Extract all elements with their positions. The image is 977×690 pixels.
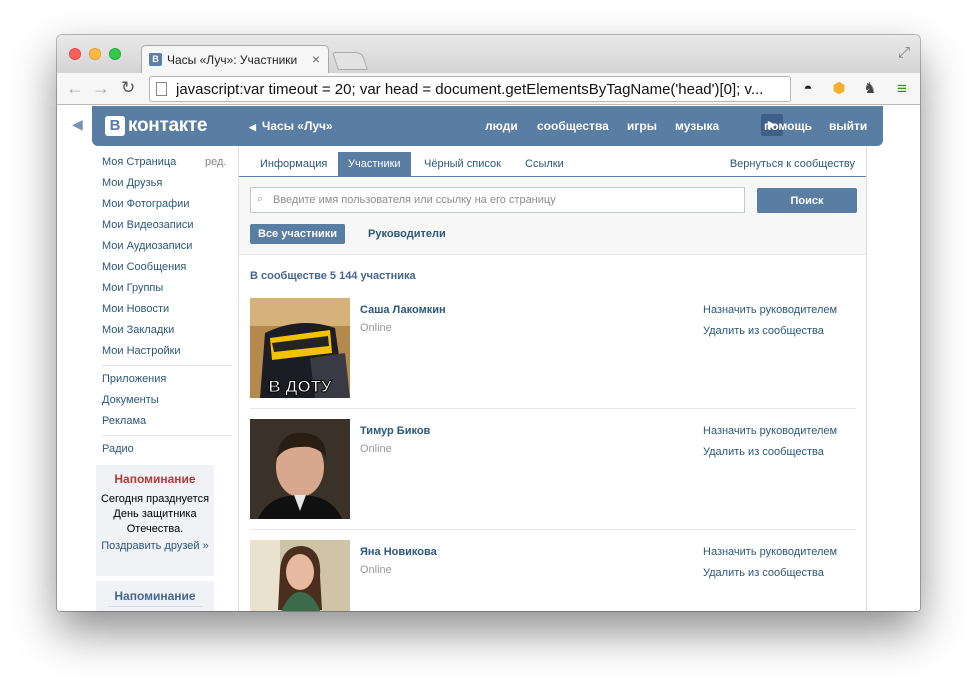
logo-letter: В <box>105 116 125 136</box>
content-tabs: Информация Участники Чёрный список Ссылк… <box>239 146 866 177</box>
title-bar: В Часы «Луч»: Участники × ⤢ <box>57 35 920 73</box>
vk-logo[interactable]: В контакте <box>105 115 208 137</box>
remove-member-link[interactable]: Удалить из сообщества <box>703 325 824 337</box>
nav-games[interactable]: игры <box>627 119 657 133</box>
reminder-box-2: Напоминание <box>96 581 214 611</box>
sidebar-item-apps[interactable]: Приложения <box>102 373 166 385</box>
nav-logout[interactable]: выйти <box>829 119 867 133</box>
member-count: В сообществе 5 144 участника <box>250 270 416 282</box>
forward-arrow-icon[interactable]: → <box>92 78 110 99</box>
close-window-button[interactable] <box>69 48 81 60</box>
reload-icon[interactable]: ↻ <box>121 78 135 98</box>
member-row: Яна Новикова Online Назначить руководите… <box>250 540 856 611</box>
make-manager-link[interactable]: Назначить руководителем <box>703 304 837 316</box>
member-status: Online <box>360 443 392 455</box>
vk-favicon-icon: В <box>149 53 162 66</box>
header-group-link[interactable]: ◀ Часы «Луч» <box>249 119 333 133</box>
member-name[interactable]: Яна Новикова <box>360 546 437 558</box>
url-text[interactable]: javascript:var timeout = 20; var head = … <box>176 81 786 98</box>
new-tab-button[interactable] <box>332 52 368 70</box>
reminder-congratulate-link[interactable]: Поздравить друзей » <box>96 540 214 552</box>
chrome-menu-icon[interactable]: ≡ <box>893 80 911 98</box>
address-bar[interactable]: javascript:var timeout = 20; var head = … <box>149 76 791 102</box>
sidebar-item-photos[interactable]: Мои Фотографии <box>102 198 189 210</box>
member-status: Online <box>360 564 392 576</box>
reminder-title-2: Напоминание <box>108 589 202 607</box>
logo-text: контакте <box>128 115 208 136</box>
header-group-name: Часы «Луч» <box>261 119 333 133</box>
sidebar-item-videos[interactable]: Мои Видеозаписи <box>102 219 194 231</box>
member-row: В ДОТУ Саша Лакомкин Online Назначить ру… <box>250 298 856 409</box>
vk-header: В контакте ◀ Часы «Луч» люди сообщества и… <box>92 106 883 146</box>
tab-blacklist[interactable]: Чёрный список <box>424 158 501 170</box>
side-back-arrow-icon[interactable]: ◀ <box>72 116 83 133</box>
tab-close-icon[interactable]: × <box>312 51 320 67</box>
incognito-mask-icon[interactable]: ◓ <box>799 80 817 98</box>
nav-people[interactable]: люди <box>485 119 518 133</box>
remove-member-link[interactable]: Удалить из сообщества <box>703 567 824 579</box>
browser-tab[interactable]: В Часы «Луч»: Участники × <box>141 45 329 73</box>
sidebar-item-documents[interactable]: Документы <box>102 394 159 406</box>
sidebar-item-bookmarks[interactable]: Мои Закладки <box>102 324 174 336</box>
make-manager-link[interactable]: Назначить руководителем <box>703 425 837 437</box>
tab-title: Часы «Луч»: Участники <box>167 53 298 67</box>
search-icon: ⌕ <box>257 193 264 205</box>
sidebar-item-messages[interactable]: Мои Сообщения <box>102 261 186 273</box>
maximize-window-button[interactable] <box>109 48 121 60</box>
sidebar-item-radio[interactable]: Радио <box>102 443 134 455</box>
sidebar-item-news[interactable]: Мои Новости <box>102 303 169 315</box>
avatar[interactable] <box>250 540 350 611</box>
browser-toolbar: ← → ↻ javascript:var timeout = 20; var h… <box>57 73 920 105</box>
member-search-input[interactable] <box>250 187 745 213</box>
filter-managers[interactable]: Руководители <box>368 228 446 240</box>
nav-music[interactable]: музыка <box>675 119 719 133</box>
sidebar-item-my-page[interactable]: Моя Страница <box>102 156 176 168</box>
member-name[interactable]: Тимур Биков <box>360 425 430 437</box>
nav-help[interactable]: помощь <box>764 119 812 133</box>
sidebar-item-ads[interactable]: Реклама <box>102 415 146 427</box>
reminder-text: Сегодня празднуется День защитника Отече… <box>100 493 210 535</box>
main-content: Информация Участники Чёрный список Ссылк… <box>238 146 867 611</box>
back-to-community-link[interactable]: Вернуться к сообществу <box>730 158 855 170</box>
avatar-caption: В ДОТУ <box>268 377 332 396</box>
sidebar-item-groups[interactable]: Мои Группы <box>102 282 163 294</box>
page-icon <box>156 82 167 96</box>
vk-page: ◀ В контакте ◀ Часы «Луч» люди сообщества… <box>57 106 920 611</box>
tab-links[interactable]: Ссылки <box>525 158 564 170</box>
back-arrow-icon[interactable]: ← <box>66 78 84 99</box>
make-manager-link[interactable]: Назначить руководителем <box>703 546 837 558</box>
remove-member-link[interactable]: Удалить из сообщества <box>703 446 824 458</box>
member-status: Online <box>360 322 392 334</box>
avatar[interactable] <box>250 419 350 519</box>
extension-cube-icon[interactable]: ⬢ <box>830 80 848 98</box>
sidebar-divider <box>102 435 232 436</box>
search-button[interactable]: Поиск <box>757 188 857 213</box>
triangle-left-icon: ◀ <box>249 122 256 132</box>
nav-communities[interactable]: сообщества <box>537 119 609 133</box>
member-row: Тимур Биков Online Назначить руководител… <box>250 419 856 530</box>
browser-window: В Часы «Луч»: Участники × ⤢ ← → ↻ javasc… <box>57 35 920 611</box>
minimize-window-button[interactable] <box>89 48 101 60</box>
filter-all-members[interactable]: Все участники <box>250 224 346 244</box>
sidebar-item-audio[interactable]: Мои Аудиозаписи <box>102 240 192 252</box>
reminder-box: Напоминание Сегодня празднуется День защ… <box>96 465 214 576</box>
sidebar-divider <box>102 365 232 366</box>
search-area: ⌕ Поиск Все участники Руководители <box>239 178 866 255</box>
tab-members[interactable]: Участники <box>338 152 411 177</box>
member-name[interactable]: Саша Лакомкин <box>360 304 446 316</box>
sidebar-item-settings[interactable]: Мои Настройки <box>102 345 181 357</box>
sidebar-item-friends[interactable]: Мои Друзья <box>102 177 162 189</box>
sidebar-edit-link[interactable]: ред. <box>205 156 226 168</box>
reminder-title: Напоминание <box>114 472 196 486</box>
avatar[interactable]: В ДОТУ <box>250 298 350 398</box>
extension-chess-icon[interactable]: ♞ <box>861 80 879 98</box>
fullscreen-icon[interactable]: ⤢ <box>898 44 910 61</box>
tab-info[interactable]: Информация <box>260 158 327 170</box>
